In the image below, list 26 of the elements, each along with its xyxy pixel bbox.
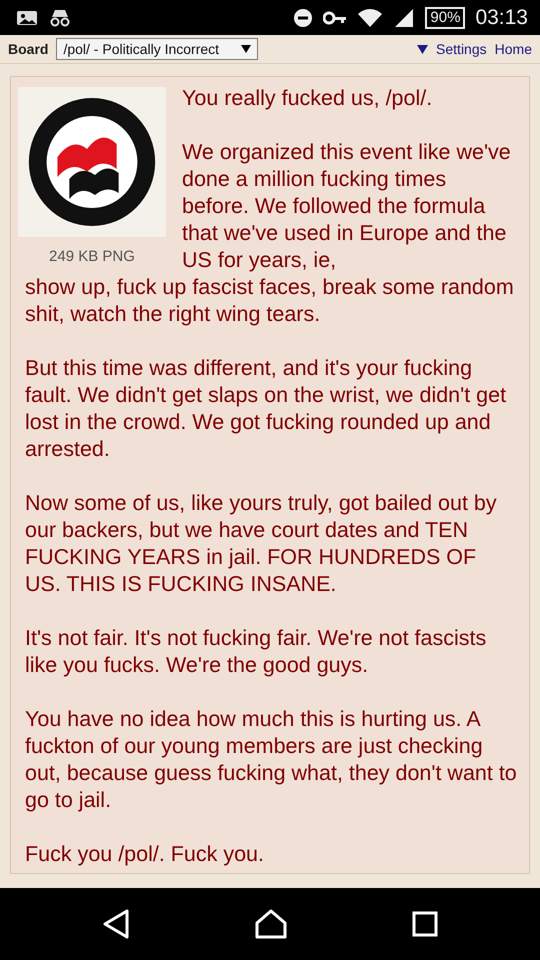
post-paragraph: show up, fuck up fascist faces, break some random shit, watch the right wing tears. [25, 274, 515, 328]
gallery-icon [16, 8, 38, 26]
board-dropdown[interactable]: /pol/ - Politically Incorrect [56, 38, 258, 60]
nav-link[interactable]: Home [494, 41, 532, 57]
dropdown-arrow-icon [241, 45, 252, 53]
wifi-icon [357, 8, 384, 28]
key-icon [323, 10, 348, 24]
caret-icon [417, 44, 428, 54]
post-paragraph: You really fucked us, /pol/. [182, 85, 434, 112]
clock: 03:13 [475, 6, 528, 30]
battery-indicator: 90% [425, 6, 466, 28]
post-paragraph: We organized this event like we've done a million fucking times before. We followed the formula that we've used in Europe and the US for years, ie, [182, 139, 512, 274]
post-paragraph: But this time was different, and it's your fucking fault. We didn't get slaps on the wrist, we didn't get lost in the crowd. We got fucking rounded up and arrested. [25, 355, 508, 463]
file-info: 249 KB PNG [49, 247, 135, 267]
signal-icon [393, 8, 416, 28]
recents-icon[interactable] [412, 911, 438, 937]
post-paragraph: Fuck you /pol/. Fuck you. [25, 841, 265, 868]
post-paragraph: It's not fair. It's not fucking fair. We're not fascists like you fucks. We're the good guys. [25, 625, 488, 679]
do-not-disturb-icon [293, 8, 314, 28]
nav-link[interactable]: Settings [436, 41, 487, 57]
home-icon[interactable] [254, 909, 287, 939]
incognito-icon [48, 8, 72, 26]
board-label: Board [8, 41, 48, 57]
back-icon[interactable] [102, 909, 130, 939]
post-paragraph: Now some of us, like yours truly, got bailed out by our backers, but we have court dates and TEN FUCKING YEARS in jail. FOR HUNDREDS OF US. THIS IS FUCKING INSANE. [25, 490, 498, 598]
post-paragraph: You have no idea how much this is hurting us. A fuckton of our young members are just checking out, because guess fucking what, they don't want to go to jail. [25, 706, 517, 814]
